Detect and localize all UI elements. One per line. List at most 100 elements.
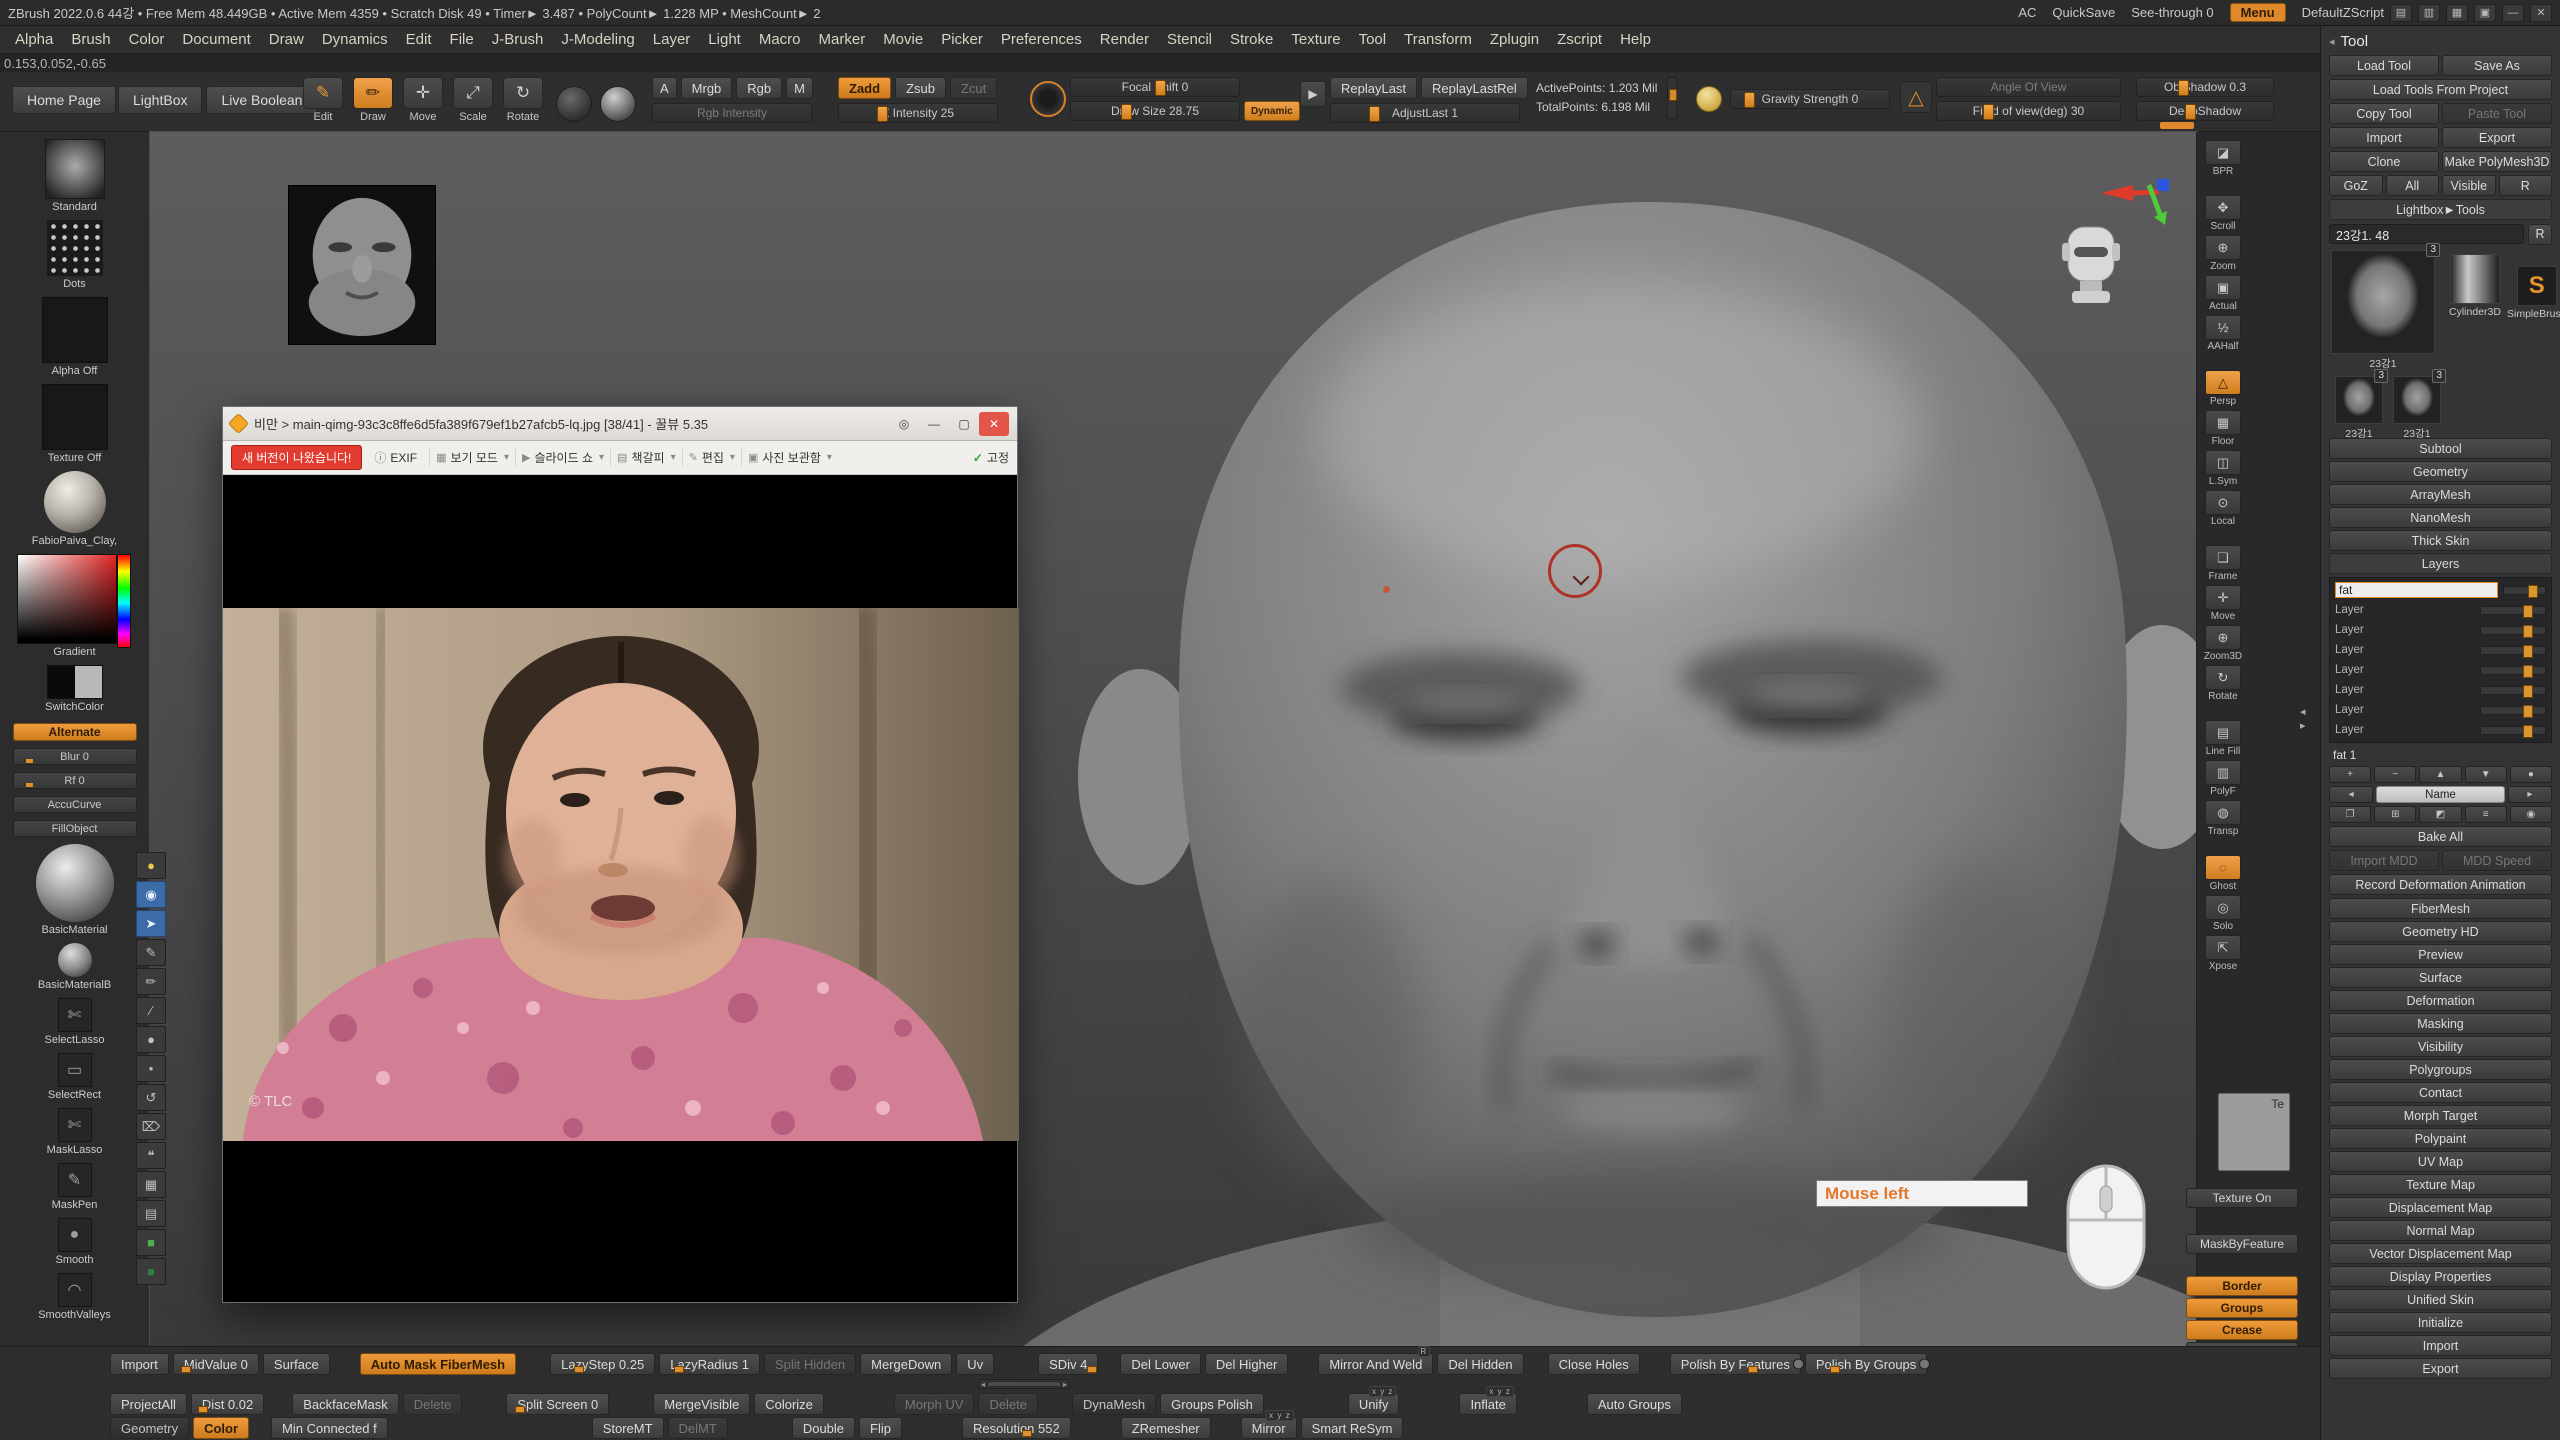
bottom-button[interactable]: Del Higher [1205,1353,1288,1375]
left-tray-item[interactable]: Alternate [0,723,149,741]
right-shelf-button[interactable]: ✛ Move [2202,585,2244,622]
viewer-menu-button[interactable]: ✎ 편집 [682,449,741,466]
maximize-icon[interactable]: ▢ [949,412,979,436]
overlay-button[interactable]: Texture On [2186,1188,2298,1208]
overlay-button[interactable]: Groups [2186,1298,2298,1318]
menu-item[interactable]: Document [173,28,259,52]
right-shelf-button[interactable]: ◫ L.Sym [2202,450,2244,487]
tool-action-button[interactable]: Make PolyMesh3D [2442,151,2552,172]
layer-merge-icon[interactable]: ⊞ [2374,806,2416,823]
menu-item[interactable]: Layer [644,28,700,52]
left-tray-item[interactable]: Rf 0 [0,772,149,789]
subpalette-header[interactable]: Import [2329,1335,2552,1356]
right-shelf-button[interactable]: △ Persp [2202,370,2244,407]
menu-item[interactable]: Picker [932,28,992,52]
exif-button[interactable]: ⓘ EXIF [374,449,417,466]
subpalette-header[interactable]: Initialize [2329,1312,2552,1333]
tool-action-button[interactable]: Load Tool [2329,55,2439,76]
bottom-button[interactable]: Color [193,1417,249,1439]
left-tray-item[interactable]: ✄ MaskLasso [0,1108,149,1156]
menu-item[interactable]: Light [699,28,750,52]
viewer-menu-button[interactable]: ▣ 사진 보관함 [741,449,838,466]
mode-button[interactable]: ✛ Move [400,77,446,123]
pin-window-icon[interactable]: ◎ [889,412,919,436]
menu-item[interactable]: Stroke [1221,28,1282,52]
mode-button[interactable]: ✎ Edit [300,77,346,123]
menu-item[interactable]: Render [1091,28,1158,52]
menu-item[interactable]: Marker [810,28,875,52]
bottom-button[interactable]: Polish By Features [1670,1353,1801,1375]
subpalette-header[interactable]: Visibility [2329,1036,2552,1057]
draw-size-slider[interactable]: Draw Size 28.75 [1070,101,1240,121]
left-tray-item[interactable]: Standard [0,139,149,213]
layer-intensity-slider[interactable] [2480,726,2546,735]
bottom-button[interactable]: StoreMT [592,1417,664,1439]
layers-header[interactable]: Layers [2329,553,2552,574]
rgb-button[interactable]: Rgb [736,77,782,99]
menu-item[interactable]: Draw [260,28,313,52]
layout-icon[interactable]: ▤ [2390,4,2412,22]
tool-action-button[interactable]: Export [2442,127,2552,148]
layer-intensity-slider[interactable] [2503,586,2546,595]
a-button[interactable]: A [652,77,677,99]
bottom-button[interactable]: Surface [263,1353,330,1375]
tool-action-button[interactable]: All [2386,175,2440,196]
grid-view-icon[interactable]: ▦ [2446,4,2468,22]
overlay-button[interactable]: Border [2186,1276,2298,1296]
bottom-button[interactable]: Colorize [754,1393,824,1415]
collapse-left-icon[interactable]: ◂ [2300,706,2306,718]
layer-rename-input[interactable] [2335,582,2498,598]
tool-action-button[interactable]: Paste Tool [2442,103,2552,124]
angle-of-view-slider[interactable]: Angle Of View [1936,77,2121,97]
pin-toggle[interactable]: ✓ 고정 [973,449,1009,466]
layer-row[interactable]: Layer [2332,680,2549,700]
subpalette-header[interactable]: Thick Skin [2329,530,2552,551]
minimize-icon[interactable]: — [919,412,949,436]
left-tray-item[interactable]: Dots [0,220,149,290]
points-vslider[interactable] [1667,77,1677,119]
layer-split-icon[interactable]: ❐ [2329,806,2371,823]
layer-intensity-slider[interactable] [2480,646,2546,655]
subpalette-header[interactable]: Vector Displacement Map [2329,1243,2552,1264]
subpalette-header[interactable]: Preview [2329,944,2552,965]
tool-thumbnail[interactable]: 23강1 3 [2335,376,2383,441]
menu-item[interactable]: J-Modeling [552,28,643,52]
tool-thumbnail[interactable]: 23강1 3 [2393,376,2441,441]
line-icon[interactable]: ∕ [136,997,166,1024]
bottom-button[interactable]: Close Holes [1548,1353,1640,1375]
left-tray-item[interactable]: Texture Off [0,384,149,464]
stroke-preview-icon[interactable] [556,86,592,122]
bottom-button[interactable]: Groups Polish [1160,1393,1264,1415]
subpalette-header[interactable]: Morph Target [2329,1105,2552,1126]
subpalette-header[interactable]: Contact [2329,1082,2552,1103]
subpalette-header[interactable]: Displacement Map [2329,1197,2552,1218]
menu-toggle-button[interactable]: Menu [2230,3,2286,22]
viewer-menu-button[interactable]: ▤ 책갈피 [610,449,682,466]
subpalette-header[interactable]: Geometry HD [2329,921,2552,942]
layer-new-icon[interactable]: + [2329,766,2371,783]
mode-button[interactable]: ⤢ Scale [450,77,496,123]
m-button[interactable]: M [786,77,813,99]
layer-record-icon[interactable]: ● [2510,766,2552,783]
menu-item[interactable]: Help [1611,28,1660,52]
dot-large-icon[interactable]: ● [136,1026,166,1053]
subpalette-header[interactable]: Surface [2329,967,2552,988]
subpalette-header[interactable]: Export [2329,1358,2552,1379]
mrgb-button[interactable]: Mrgb [681,77,733,99]
bottom-button[interactable]: ProjectAll [110,1393,187,1415]
bottom-button[interactable]: DelMT [668,1417,728,1439]
left-tray-item[interactable]: FillObject [0,820,149,837]
pen-icon[interactable]: ✎ [136,939,166,966]
menu-item[interactable]: Zscript [1548,28,1611,52]
rgb-intensity-slider[interactable]: Rgb Intensity [652,103,812,123]
left-tray-item[interactable]: FabioPaiva_Clay, [0,471,149,547]
subpalette-header[interactable]: Unified Skin [2329,1289,2552,1310]
obj-shadow-slider[interactable]: ObjShadow 0.3 [2136,77,2274,97]
tool-thumbnail[interactable]: S SimpleBrush [2507,266,2560,320]
bottom-button[interactable]: Split Screen 0 [506,1393,609,1415]
layers-icon[interactable]: ▤ [136,1200,166,1227]
bottom-button[interactable]: MergeDown [860,1353,952,1375]
viewer-content[interactable]: © TLC [223,475,1017,1302]
subpalette-header[interactable]: Masking [2329,1013,2552,1034]
layer-intensity-slider[interactable] [2480,706,2546,715]
